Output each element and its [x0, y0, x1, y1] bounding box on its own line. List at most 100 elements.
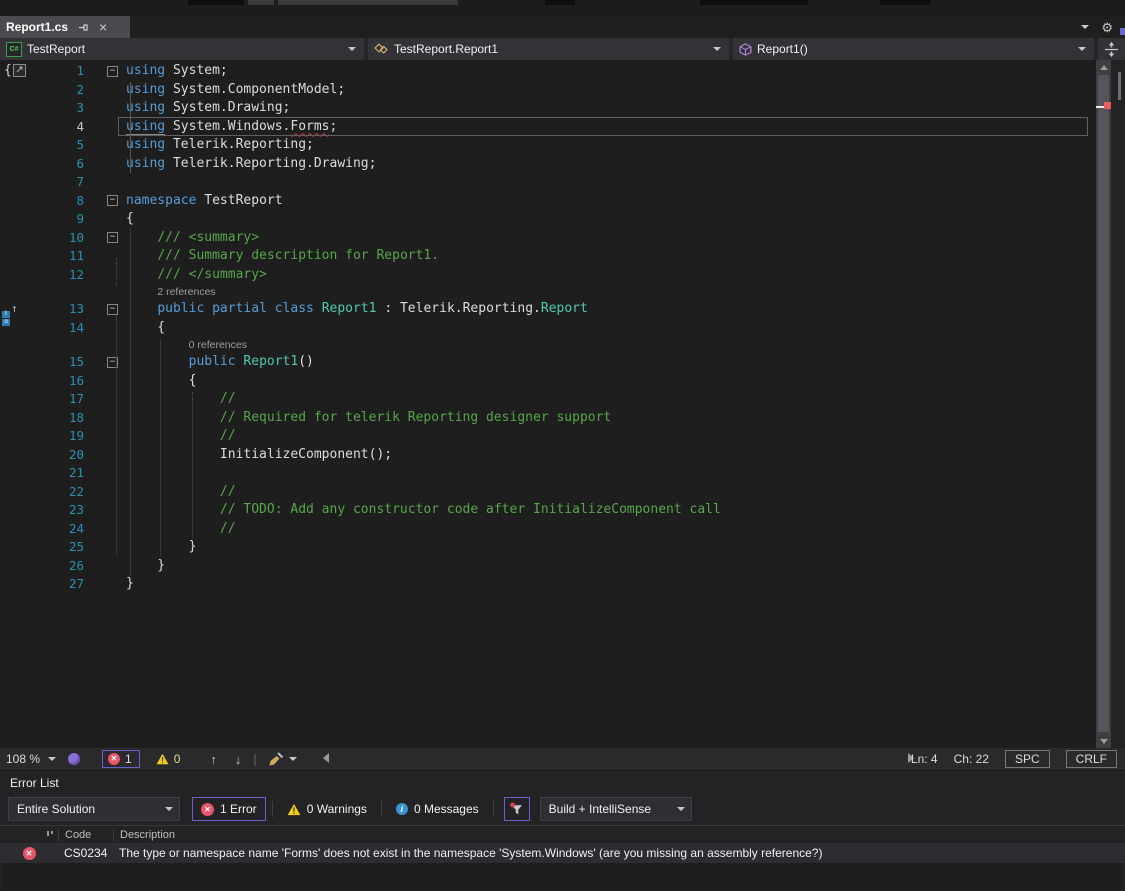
line-number: 12	[22, 266, 84, 285]
filter-mode-dropdown[interactable]: Build + IntelliSense	[540, 797, 692, 821]
chevron-down-icon[interactable]	[289, 757, 297, 761]
severity-column-icon[interactable]	[0, 830, 58, 839]
code-column-header[interactable]: Code	[58, 829, 113, 841]
vertical-scrollbar[interactable]	[1096, 60, 1111, 748]
fold-toggle[interactable]	[107, 304, 118, 315]
scrollbar-down-icon[interactable]	[1096, 734, 1111, 748]
fold-margin	[84, 390, 126, 409]
code-line-9[interactable]: 9{	[0, 210, 1096, 229]
glyph-margin	[0, 538, 22, 557]
line-number: 1	[22, 62, 84, 81]
code-line-16[interactable]: 16 {	[0, 372, 1096, 391]
gear-icon[interactable]: ⚙	[1101, 21, 1113, 34]
code-line-20[interactable]: 20 InitializeComponent();	[0, 446, 1096, 465]
fold-margin	[84, 210, 126, 229]
line-ending-indicator[interactable]: CRLF	[1066, 750, 1117, 768]
pin-icon[interactable]	[78, 22, 89, 33]
fold-margin	[84, 62, 126, 81]
description-column-header[interactable]: Description	[113, 829, 1125, 841]
hscroll-left-icon[interactable]	[323, 752, 329, 766]
code-text: /// </summary>	[126, 266, 1096, 285]
errors-toggle-button[interactable]: ✕ 1 Error	[192, 797, 266, 821]
indent-guide	[116, 316, 117, 556]
line-indicator[interactable]: Ln: 4	[911, 752, 938, 766]
code-line-19[interactable]: 19 //	[0, 427, 1096, 446]
indent-guide	[160, 339, 161, 556]
column-indicator[interactable]: Ch: 22	[954, 752, 989, 766]
code-line-27[interactable]: 27}	[0, 575, 1096, 594]
code-line-3[interactable]: 3using System.Drawing;	[0, 99, 1096, 118]
code-line-13[interactable]: Io↑13 public partial class Report1 : Tel…	[0, 300, 1096, 319]
next-error-icon[interactable]: ↓	[235, 752, 242, 767]
warnings-toggle-button[interactable]: 0 Warnings	[279, 797, 375, 821]
split-editor-button[interactable]	[1098, 38, 1125, 60]
error-count-button[interactable]: ✕ 1	[102, 750, 140, 768]
fold-margin	[84, 136, 126, 155]
tab-report1cs[interactable]: Report1.cs ×	[0, 16, 130, 38]
error-row[interactable]: ✕CS0234The type or namespace name 'Forms…	[0, 843, 1125, 863]
code-line-11[interactable]: 11 /// Summary description for Report1.	[0, 247, 1096, 266]
spaces-indicator[interactable]: SPC	[1005, 750, 1050, 768]
code-line-6[interactable]: 6using Telerik.Reporting.Drawing;	[0, 155, 1096, 174]
warning-icon	[287, 803, 301, 816]
messages-toggle-button[interactable]: i 0 Messages	[388, 797, 487, 821]
fold-toggle[interactable]	[107, 195, 118, 206]
code-line-15[interactable]: 15 public Report1()	[0, 353, 1096, 372]
code-text: {	[126, 319, 1096, 338]
code-line-12[interactable]: 12 /// </summary>	[0, 266, 1096, 285]
line-number: 2	[22, 81, 84, 100]
project-dropdown-label: TestReport	[27, 42, 85, 56]
code-line-17[interactable]: 17 //	[0, 390, 1096, 409]
code-text: public partial class Report1 : Telerik.R…	[126, 300, 1096, 319]
code-text: //	[126, 520, 1096, 539]
fold-margin	[84, 372, 126, 391]
error-count: 1	[125, 752, 132, 766]
scrollbar-thumb[interactable]	[1098, 75, 1109, 732]
quick-action-icon[interactable]: {	[0, 62, 22, 81]
warning-count-button[interactable]: 0	[156, 752, 181, 766]
glyph-margin	[0, 319, 22, 338]
prev-error-icon[interactable]: ↑	[210, 752, 217, 767]
inheritance-margin-icon[interactable]: Io↑	[0, 300, 22, 319]
code-line-10[interactable]: 10 /// <summary>	[0, 229, 1096, 248]
code-editor[interactable]: {1using System;2using System.ComponentMo…	[0, 60, 1125, 748]
fold-toggle[interactable]	[107, 66, 118, 77]
code-text	[126, 464, 1096, 483]
divider	[381, 801, 382, 817]
code-line-4[interactable]: 4using System.Windows.Forms;	[0, 118, 1096, 137]
codelens-references[interactable]: 2 references	[0, 284, 1096, 300]
code-line-5[interactable]: 5using Telerik.Reporting;	[0, 136, 1096, 155]
code-line-24[interactable]: 24 //	[0, 520, 1096, 539]
line-number: 20	[22, 446, 84, 465]
health-indicator-icon[interactable]	[68, 753, 80, 765]
code-line-18[interactable]: 18 // Required for telerik Reporting des…	[0, 409, 1096, 428]
code-line-14[interactable]: 14 {	[0, 319, 1096, 338]
code-line-1[interactable]: {1using System;	[0, 62, 1096, 81]
code-text: InitializeComponent();	[126, 446, 1096, 465]
fold-margin	[84, 353, 126, 372]
scope-dropdown-label: Entire Solution	[17, 802, 95, 816]
fold-toggle[interactable]	[107, 232, 118, 243]
scrollbar-up-icon[interactable]	[1096, 60, 1111, 74]
type-dropdown[interactable]: TestReport.Report1	[368, 38, 729, 60]
code-cleanup-icon[interactable]	[267, 752, 284, 766]
divider	[272, 801, 273, 817]
filter-button[interactable]	[504, 797, 530, 821]
code-line-22[interactable]: 22 //	[0, 483, 1096, 502]
project-dropdown[interactable]: C# TestReport	[0, 38, 364, 60]
code-line-26[interactable]: 26 }	[0, 557, 1096, 576]
errors-toggle-label: 1 Error	[220, 802, 257, 816]
code-line-7[interactable]: 7	[0, 173, 1096, 192]
member-dropdown[interactable]: Report1()	[733, 38, 1094, 60]
close-icon[interactable]: ×	[99, 21, 107, 33]
code-line-21[interactable]: 21	[0, 464, 1096, 483]
code-line-2[interactable]: 2using System.ComponentModel;	[0, 81, 1096, 100]
code-line-23[interactable]: 23 // TODO: Add any constructor code aft…	[0, 501, 1096, 520]
code-text: {	[126, 210, 1096, 229]
code-line-25[interactable]: 25 }	[0, 538, 1096, 557]
scope-dropdown[interactable]: Entire Solution	[8, 797, 180, 821]
tab-list-chevron-down-icon[interactable]	[1081, 25, 1089, 29]
codelens-references[interactable]: 0 references	[0, 337, 1096, 353]
zoom-level-select[interactable]: 108 %	[6, 752, 56, 766]
code-line-8[interactable]: 8namespace TestReport	[0, 192, 1096, 211]
